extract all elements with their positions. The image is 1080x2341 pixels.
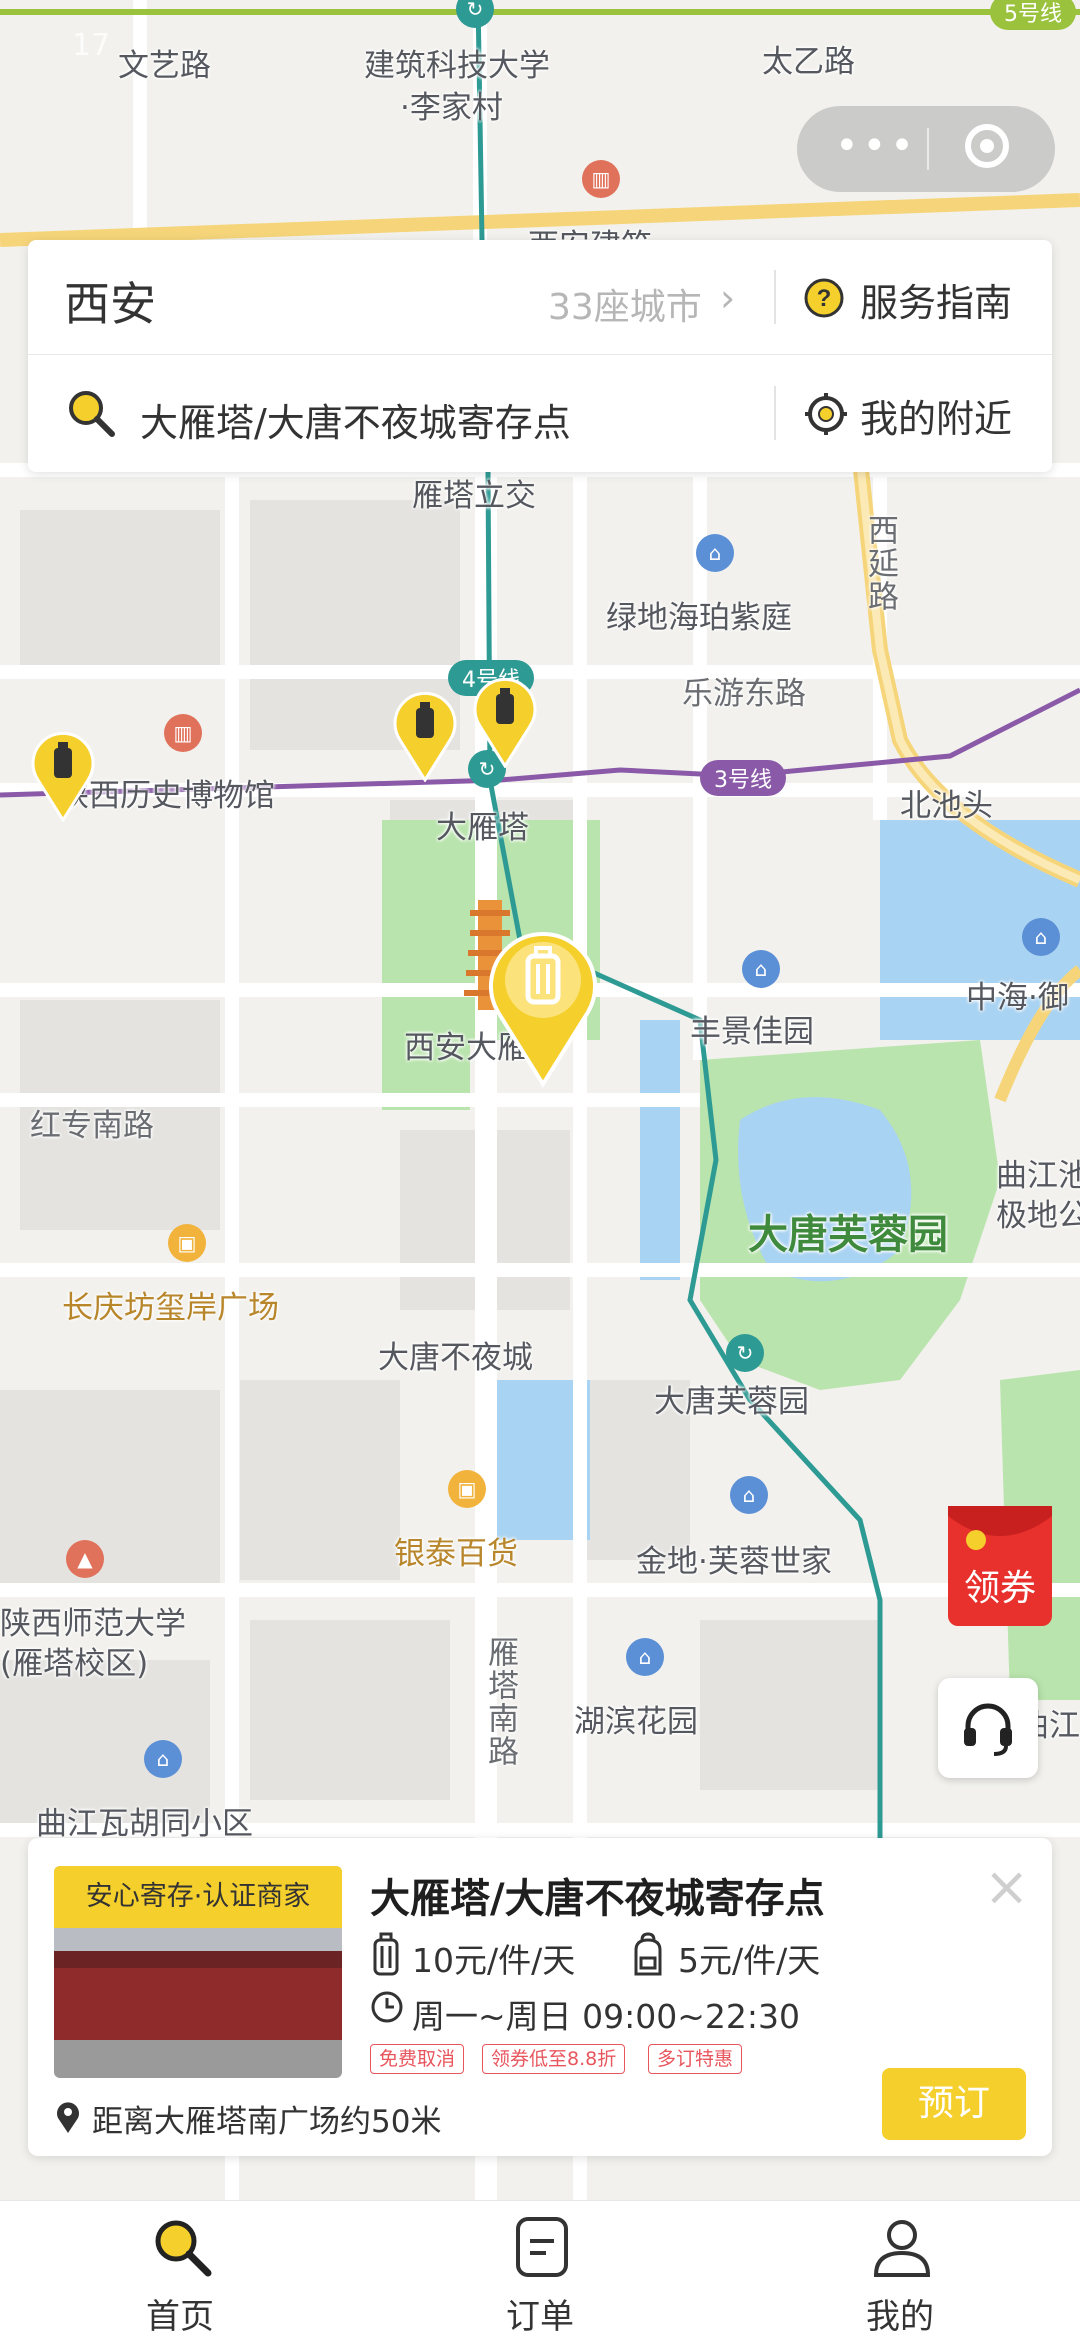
miniprogram-capsule: ••• xyxy=(797,106,1055,192)
distance-text: 距离大雁塔南广场约50米 xyxy=(92,2104,442,2140)
luggage-price: 10元/件/天 xyxy=(412,1941,576,1980)
city-row: 西安 33座城市 › ? 服务指南 xyxy=(28,240,1052,355)
customer-service-button[interactable] xyxy=(938,1678,1038,1778)
more-dots-icon[interactable]: ••• xyxy=(835,126,918,166)
backpack-icon xyxy=(634,1932,662,1976)
svg-text:?: ? xyxy=(817,285,832,312)
book-button[interactable]: 预订 xyxy=(882,2068,1026,2140)
map-label-dayanta-station[interactable]: 大雁塔 xyxy=(436,802,529,847)
map-label-yanta-lijiao[interactable]: 雁塔立交 xyxy=(412,470,536,515)
map-label-changqingfang[interactable]: 长庆坊玺岸广场 xyxy=(62,1282,279,1327)
map-label-jidi[interactable]: 极地公 xyxy=(996,1190,1080,1235)
luggage-icon xyxy=(373,1932,399,1976)
coupon-red-envelope-button[interactable]: 领券 xyxy=(946,1500,1058,1630)
tab-home-label: 首页 xyxy=(146,2297,214,2337)
store-title[interactable]: 大雁塔/大唐不夜城寄存点 xyxy=(370,1866,825,1924)
tab-profile-label: 我的 xyxy=(866,2297,934,2337)
map-label-lvdi[interactable]: 绿地海珀紫庭 xyxy=(606,592,792,637)
map-label-fengjing[interactable]: 丰景佳园 xyxy=(690,1006,814,1051)
tab-orders-label: 订单 xyxy=(506,2297,574,2337)
map-label-yanta-south[interactable]: 雁塔南路 xyxy=(478,1636,523,1768)
map-label-jianzhu[interactable]: 建筑科技大学 xyxy=(364,40,550,85)
locate-icon[interactable] xyxy=(804,392,848,436)
map-label-wenyi[interactable]: 文艺路 xyxy=(118,40,211,85)
residential-poi-icon[interactable]: ⌂ xyxy=(696,534,734,572)
metro-station-icon[interactable]: ↻ xyxy=(726,1334,764,1372)
map-label-hubin[interactable]: 湖滨花园 xyxy=(574,1696,698,1741)
tag-multi-order: 多订特惠 xyxy=(648,2044,743,2074)
search-input[interactable]: 大雁塔/大唐不夜城寄存点 xyxy=(140,392,571,447)
map-label-wahutong[interactable]: 曲江瓦胡同小区 xyxy=(36,1798,253,1843)
map-label-furong-station[interactable]: 大唐芙蓉园 xyxy=(654,1376,809,1421)
status-time: 17 xyxy=(72,28,111,63)
storage-pin[interactable] xyxy=(472,676,538,768)
tag-coupon-discount: 领券低至8.8折 xyxy=(482,2044,626,2074)
target-circle-icon[interactable] xyxy=(965,124,1009,168)
divider xyxy=(774,270,776,324)
map-label-leyou[interactable]: 乐游东路 xyxy=(682,668,806,713)
search-icon[interactable] xyxy=(64,386,118,440)
shopping-poi-icon[interactable]: ▣ xyxy=(168,1224,206,1262)
map-label-jindi[interactable]: 金地·芙蓉世家 xyxy=(636,1536,832,1581)
map-label-taiyi[interactable]: 太乙路 xyxy=(762,36,855,81)
map-label-shida[interactable]: 陕西师范大学 xyxy=(0,1598,186,1643)
current-city[interactable]: 西安 xyxy=(64,268,156,334)
chevron-right-icon[interactable]: › xyxy=(720,276,735,320)
opening-hours: 周一~周日 09:00~22:30 xyxy=(412,1997,800,2036)
residential-poi-icon[interactable]: ⌂ xyxy=(626,1638,664,1676)
map-label-xiyan-road[interactable]: 西延路 xyxy=(858,514,903,613)
map-label-lijiacun[interactable]: ·李家村 xyxy=(400,82,503,127)
store-card[interactable]: 安心寄存·认证商家 大雁塔/大唐不夜城寄存点 × 10元/件/天 5元/件/天 … xyxy=(28,1838,1052,2156)
bag-price: 5元/件/天 xyxy=(678,1941,821,1980)
map-label-yintai[interactable]: 银泰百货 xyxy=(394,1528,518,1573)
search-card: 西安 33座城市 › ? 服务指南 大雁塔/大唐不夜城寄存点 我的附近 xyxy=(28,240,1052,472)
search-row: 大雁塔/大唐不夜城寄存点 我的附近 xyxy=(28,356,1052,470)
close-icon[interactable]: × xyxy=(984,1860,1029,1914)
storage-pin[interactable] xyxy=(392,690,458,782)
service-guide-button[interactable]: 服务指南 xyxy=(860,272,1012,327)
residential-poi-icon[interactable]: ⌂ xyxy=(742,950,780,988)
tab-orders[interactable]: 订单 xyxy=(460,2201,620,2341)
map-label-budaocheng[interactable]: 大唐不夜城 xyxy=(378,1332,533,1377)
building-poi-icon[interactable]: ▥ xyxy=(582,160,620,198)
nearby-button[interactable]: 我的附近 xyxy=(860,388,1012,443)
tag-free-cancel: 免费取消 xyxy=(370,2044,465,2074)
map-label-zhonghai[interactable]: 中海·御 xyxy=(966,972,1069,1017)
map-label-shida-campus[interactable]: (雁塔校区) xyxy=(0,1638,148,1683)
map-label-beichitou[interactable]: 北池头 xyxy=(900,780,993,825)
school-poi-icon[interactable]: ▲ xyxy=(66,1540,104,1578)
bottom-tab-bar: 首页 订单 我的 xyxy=(0,2200,1080,2341)
coupon-label: 领券 xyxy=(964,1568,1036,1609)
order-icon xyxy=(516,2217,568,2277)
capsule-divider xyxy=(927,128,929,170)
residential-poi-icon[interactable]: ⌂ xyxy=(730,1476,768,1514)
city-count-link[interactable]: 33座城市 xyxy=(548,278,702,330)
map-label-hongzhuan[interactable]: 红专南路 xyxy=(30,1100,154,1145)
clock-icon xyxy=(371,1991,403,2023)
shopping-poi-icon[interactable]: ▣ xyxy=(448,1470,486,1508)
location-pin-icon xyxy=(57,2102,79,2133)
tab-home[interactable]: 首页 xyxy=(100,2201,260,2341)
user-icon xyxy=(873,2220,931,2277)
map-label-furong-park[interactable]: 大唐芙蓉园 xyxy=(748,1202,948,1260)
residential-poi-icon[interactable]: ⌂ xyxy=(144,1740,182,1778)
search-icon xyxy=(155,2220,212,2277)
storage-pin[interactable] xyxy=(30,730,96,822)
metro-line5-badge: 5号线 xyxy=(990,0,1076,30)
metro-line3-badge: 3号线 xyxy=(700,760,786,796)
help-circle-icon[interactable]: ? xyxy=(804,278,844,318)
tab-profile[interactable]: 我的 xyxy=(820,2201,980,2341)
map-label-qujiang-chi[interactable]: 曲江池 xyxy=(996,1150,1080,1195)
certified-merchant-badge: 安心寄存·认证商家 xyxy=(54,1866,342,1928)
divider xyxy=(774,386,776,440)
museum-poi-icon[interactable]: ▥ xyxy=(164,714,202,752)
headset-icon xyxy=(964,1703,1012,1756)
selected-storage-pin[interactable] xyxy=(486,924,600,1088)
residential-poi-icon[interactable]: ⌂ xyxy=(1022,918,1060,956)
